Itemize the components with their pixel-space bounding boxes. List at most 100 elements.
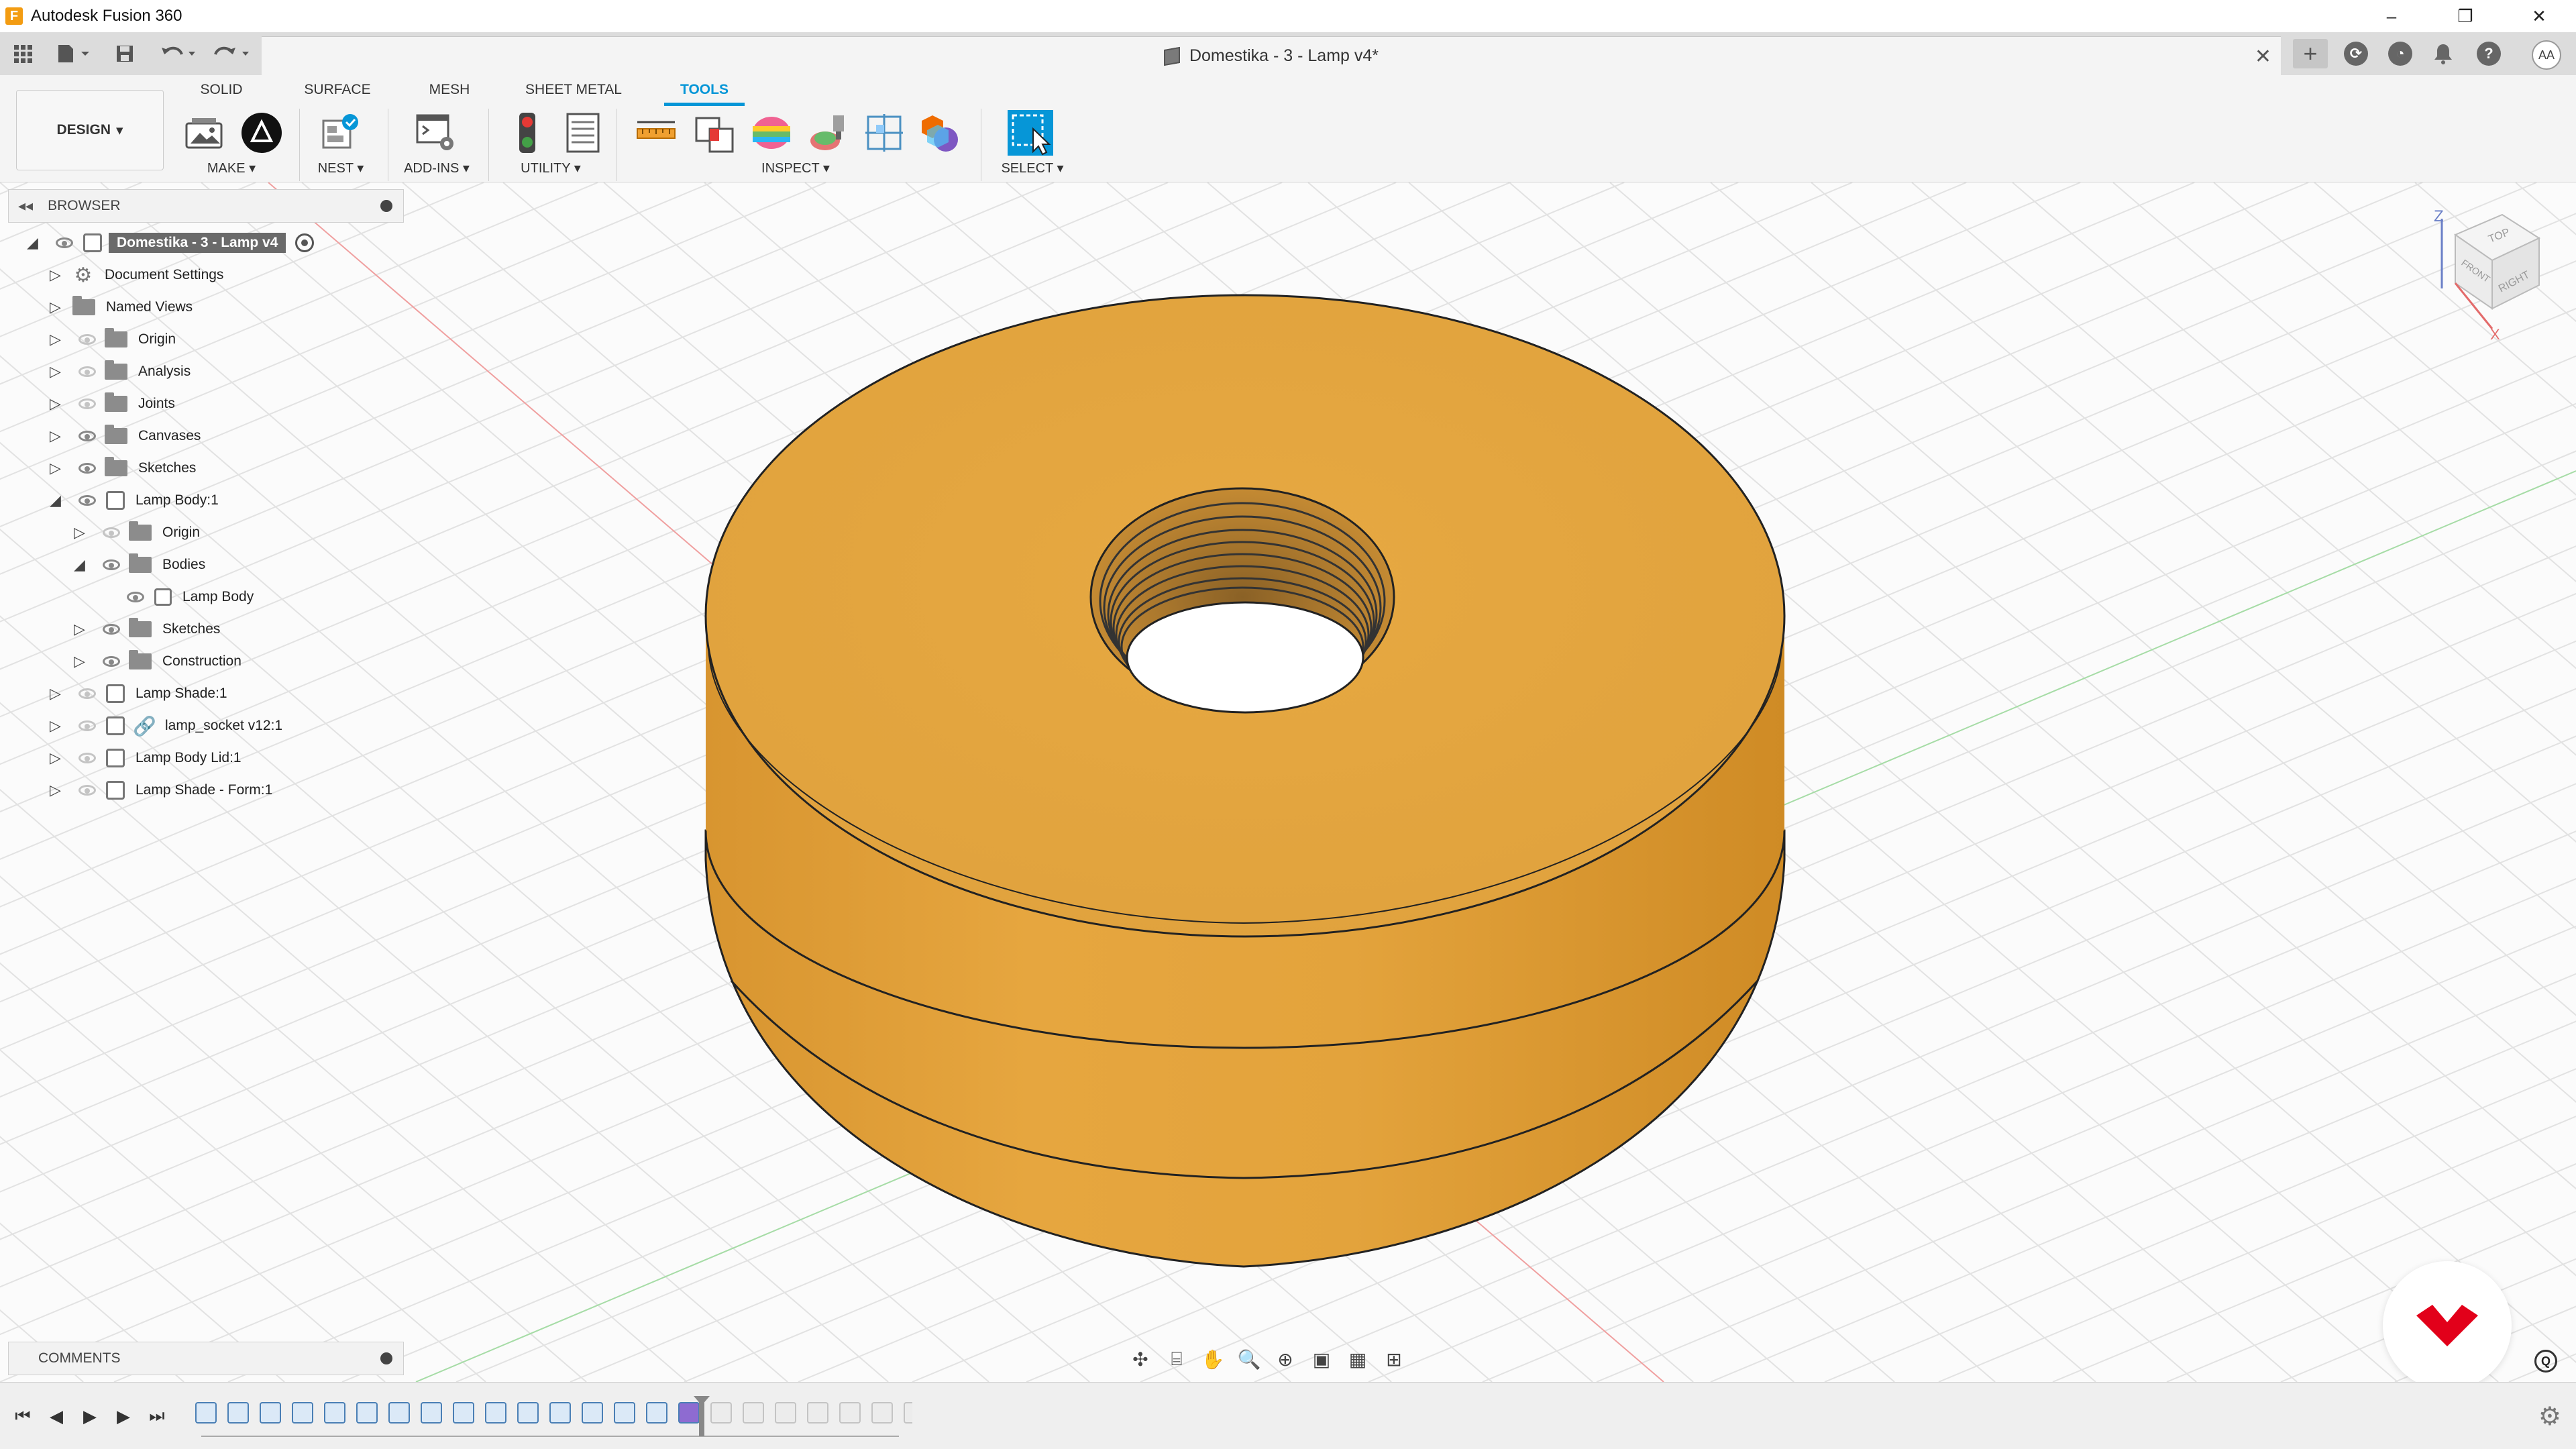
- close-tab-icon[interactable]: ✕: [2255, 45, 2271, 68]
- timeline-feature-icon[interactable]: [195, 1402, 217, 1424]
- visibility-eye-icon[interactable]: [76, 429, 98, 443]
- draft-analysis-icon[interactable]: [916, 109, 965, 157]
- collapse-panel-icon[interactable]: ◂◂: [18, 197, 33, 215]
- expand-toggle-icon[interactable]: ▷: [50, 685, 66, 702]
- visibility-eye-icon[interactable]: [76, 396, 98, 411]
- visibility-eye-icon[interactable]: [101, 622, 122, 637]
- tab-tools[interactable]: TOOLS: [664, 78, 745, 106]
- document-tab[interactable]: Domestika - 3 - Lamp v4* ✕: [262, 36, 2281, 75]
- group-nest[interactable]: NEST ▾: [307, 160, 374, 176]
- pan-hand-icon[interactable]: ✋: [1199, 1347, 1226, 1371]
- step-back-icon[interactable]: ◀: [43, 1403, 70, 1430]
- timeline-feature-icon[interactable]: [678, 1402, 700, 1424]
- timeline-feature-icon[interactable]: [421, 1402, 442, 1424]
- restore-button[interactable]: ❐: [2428, 0, 2502, 32]
- expand-toggle-icon[interactable]: ▷: [50, 331, 66, 348]
- tab-solid[interactable]: SOLID: [195, 78, 248, 102]
- timeline-feature-icon[interactable]: [614, 1402, 635, 1424]
- comments-panel-header[interactable]: COMMENTS: [8, 1342, 404, 1375]
- visibility-eye-icon[interactable]: [125, 590, 146, 604]
- browser-panel-header[interactable]: ◂◂ BROWSER: [8, 189, 404, 223]
- group-select[interactable]: SELECT ▾: [996, 160, 1069, 176]
- visibility-eye-icon[interactable]: [101, 654, 122, 669]
- timeline-feature-icon[interactable]: [292, 1402, 313, 1424]
- undo-icon[interactable]: [156, 39, 203, 68]
- job-status-icon[interactable]: ◔: [2383, 39, 2418, 68]
- timeline-feature-icon[interactable]: [710, 1402, 732, 1424]
- visibility-eye-icon[interactable]: [76, 686, 98, 701]
- visibility-eye-icon[interactable]: [54, 235, 75, 250]
- timeline-settings-gear-icon[interactable]: ⚙: [2538, 1401, 2561, 1432]
- fusion-logo-icon[interactable]: [237, 109, 286, 157]
- visibility-eye-icon[interactable]: [76, 364, 98, 379]
- group-inspect[interactable]: INSPECT ▾: [755, 160, 836, 176]
- go-to-start-icon[interactable]: ⏮: [9, 1403, 36, 1430]
- tree-item-bodies[interactable]: ◢ Bodies: [74, 550, 205, 580]
- zebra-analysis-icon[interactable]: [804, 109, 852, 157]
- lamp-body-model[interactable]: [704, 294, 1786, 1268]
- expand-toggle-icon[interactable]: ▷: [50, 717, 66, 735]
- tree-item-sketches[interactable]: ▷ Sketches: [50, 453, 196, 483]
- timeline-feature-icon[interactable]: [871, 1402, 893, 1424]
- tree-item-named-views[interactable]: ▷ Named Views: [50, 292, 193, 322]
- timeline-feature-icon[interactable]: [517, 1402, 539, 1424]
- tree-item-lamp-shade-form[interactable]: ▷ Lamp Shade - Form:1: [50, 775, 272, 805]
- group-add-ins[interactable]: ADD-INS ▾: [400, 160, 474, 176]
- display-settings-icon[interactable]: ▣: [1308, 1347, 1335, 1371]
- grid-settings-icon[interactable]: ▦: [1344, 1347, 1371, 1371]
- visibility-eye-icon[interactable]: [76, 718, 98, 733]
- visibility-eye-icon[interactable]: [76, 783, 98, 798]
- nest-icon[interactable]: [317, 109, 365, 157]
- expand-toggle-icon[interactable]: ▷: [50, 299, 66, 316]
- expand-toggle-icon[interactable]: ▷: [50, 395, 66, 413]
- canvas-viewport[interactable]: [0, 182, 2576, 1382]
- tab-surface[interactable]: SURFACE: [301, 78, 374, 102]
- timeline-feature-icon[interactable]: [549, 1402, 571, 1424]
- tree-item-joints[interactable]: ▷ Joints: [50, 389, 175, 419]
- timeline-feature-icon[interactable]: [388, 1402, 410, 1424]
- timeline-feature-icon[interactable]: [646, 1402, 667, 1424]
- expand-toggle-icon[interactable]: ▷: [50, 782, 66, 799]
- extensions-icon[interactable]: ⟳: [2339, 39, 2373, 68]
- timeline-features[interactable]: [188, 1396, 912, 1449]
- timeline-feature-icon[interactable]: [807, 1402, 828, 1424]
- go-to-end-icon[interactable]: ⏭: [144, 1403, 170, 1430]
- pin-panel-icon[interactable]: [380, 200, 392, 212]
- group-make[interactable]: MAKE ▾: [195, 160, 268, 176]
- scripts-addins-icon[interactable]: [412, 109, 460, 157]
- notifications-bell-icon[interactable]: [2426, 39, 2461, 68]
- close-window-button[interactable]: ✕: [2502, 0, 2576, 32]
- tab-mesh[interactable]: MESH: [423, 78, 476, 102]
- tree-item-sketches-nested[interactable]: ▷ Sketches: [74, 614, 220, 644]
- tree-item-lamp-body-lid[interactable]: ▷ Lamp Body Lid:1: [50, 743, 241, 773]
- expand-toggle-icon[interactable]: ◢: [74, 556, 90, 574]
- tree-item-lamp-shade[interactable]: ▷ Lamp Shade:1: [50, 679, 227, 708]
- text-commands-icon[interactable]: Q: [2534, 1350, 2557, 1373]
- orbit-icon[interactable]: ✣: [1127, 1347, 1154, 1371]
- tree-item-lamp-socket[interactable]: ▷ 🔗 lamp_socket v12:1: [50, 711, 282, 741]
- timeline-feature-icon[interactable]: [775, 1402, 796, 1424]
- help-icon[interactable]: ?: [2471, 39, 2506, 68]
- redo-icon[interactable]: [209, 39, 256, 68]
- file-menu-icon[interactable]: [51, 39, 98, 68]
- tree-item-document-settings[interactable]: ▷ ⚙ Document Settings: [50, 260, 223, 290]
- section-analysis-icon[interactable]: [860, 109, 908, 157]
- fit-zoom-icon[interactable]: ⊕: [1272, 1347, 1299, 1371]
- zoom-icon[interactable]: 🔍: [1236, 1347, 1263, 1371]
- tree-item-lamp-body-body[interactable]: Lamp Body: [98, 582, 254, 612]
- play-icon[interactable]: ▶: [76, 1403, 103, 1430]
- visibility-eye-icon[interactable]: [101, 525, 122, 540]
- curvature-analysis-icon[interactable]: [747, 109, 796, 157]
- tree-item-lamp-body-component[interactable]: ◢ Lamp Body:1: [50, 486, 219, 515]
- expand-toggle-icon[interactable]: ▷: [74, 653, 90, 670]
- user-avatar[interactable]: AA: [2532, 40, 2561, 70]
- timeline-feature-icon[interactable]: [260, 1402, 281, 1424]
- interference-icon[interactable]: [691, 109, 739, 157]
- timeline-feature-icon[interactable]: [356, 1402, 378, 1424]
- tree-item-canvases[interactable]: ▷ Canvases: [50, 421, 201, 451]
- tab-sheet-metal[interactable]: SHEET METAL: [523, 78, 624, 102]
- viewcube[interactable]: Z TOP FRONT RIGHT X: [2428, 207, 2549, 343]
- timeline-feature-icon[interactable]: [485, 1402, 506, 1424]
- timeline-feature-icon[interactable]: [904, 1402, 912, 1424]
- tree-item-origin[interactable]: ▷ Origin: [50, 325, 176, 354]
